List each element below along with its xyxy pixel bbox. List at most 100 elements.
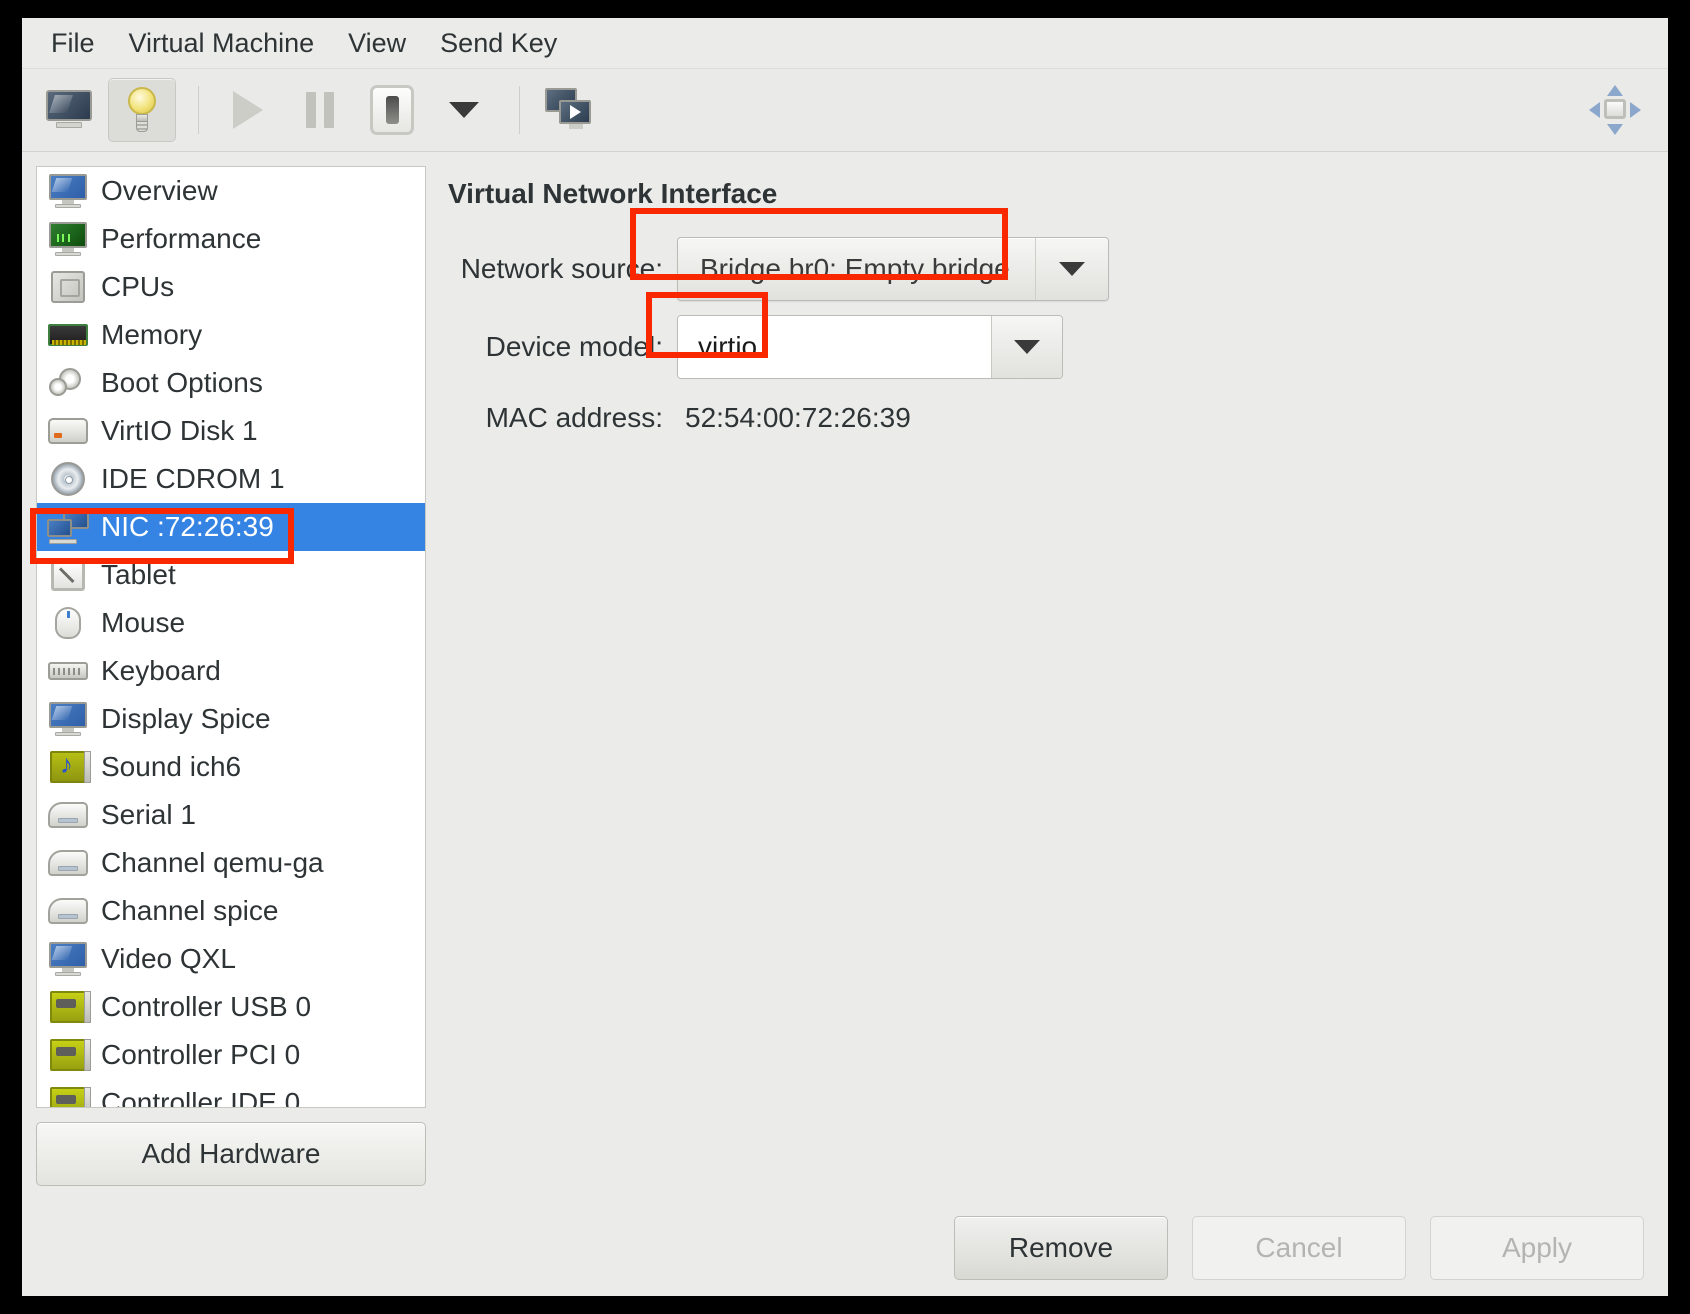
device-model-row: Device model: virtio bbox=[448, 314, 1654, 380]
menu-virtual-machine[interactable]: Virtual Machine bbox=[112, 24, 332, 63]
cancel-button[interactable]: Cancel bbox=[1192, 1216, 1406, 1280]
chevron-down-icon bbox=[1014, 340, 1040, 354]
sidebar-item-label: Keyboard bbox=[101, 655, 221, 686]
apply-button[interactable]: Apply bbox=[1430, 1216, 1644, 1280]
sidebar-item-label: CPUs bbox=[101, 271, 175, 302]
hardware-list[interactable]: Overview Performance CPUs Memory Boot Option… bbox=[36, 166, 426, 1108]
serial-port-icon bbox=[47, 844, 89, 882]
show-details-button[interactable] bbox=[108, 78, 176, 142]
computer-icon bbox=[47, 172, 89, 210]
controller-card-icon bbox=[47, 1036, 91, 1074]
mac-address-row: MAC address: 52:54:00:72:26:39 bbox=[448, 402, 1654, 434]
mac-address-label: MAC address: bbox=[485, 402, 663, 433]
chevron-down-icon bbox=[1059, 262, 1085, 276]
lightbulb-icon bbox=[124, 87, 160, 133]
sidebar-item-performance[interactable]: Performance bbox=[37, 215, 425, 263]
toolbar bbox=[22, 69, 1668, 152]
sidebar: Overview Performance CPUs Memory Boot Option… bbox=[36, 166, 426, 1186]
footer-buttons: Remove Cancel Apply bbox=[22, 1200, 1668, 1296]
controller-card-icon bbox=[47, 988, 91, 1026]
display-icon bbox=[47, 940, 89, 978]
details-pane: Virtual Network Interface Network source… bbox=[426, 166, 1654, 1186]
pause-icon bbox=[306, 92, 334, 128]
sidebar-item-controller-pci-0[interactable]: Controller PCI 0 bbox=[37, 1031, 425, 1079]
sidebar-item-mouse[interactable]: Mouse bbox=[37, 599, 425, 647]
sidebar-item-label: Controller PCI 0 bbox=[101, 1039, 301, 1070]
sidebar-item-label: Channel qemu-ga bbox=[101, 847, 324, 878]
serial-port-icon bbox=[47, 796, 89, 834]
menu-send-key[interactable]: Send Key bbox=[423, 24, 574, 63]
device-model-input[interactable]: virtio bbox=[678, 316, 991, 378]
sidebar-item-overview[interactable]: Overview bbox=[37, 167, 425, 215]
shutdown-button[interactable] bbox=[359, 79, 425, 141]
sidebar-item-channel-spice[interactable]: Channel spice bbox=[37, 887, 425, 935]
sidebar-item-label: Video QXL bbox=[101, 943, 236, 974]
content-area: Overview Performance CPUs Memory Boot Option… bbox=[22, 152, 1668, 1200]
power-switch-icon bbox=[370, 85, 414, 135]
show-console-button[interactable] bbox=[36, 79, 102, 141]
serial-port-icon bbox=[47, 892, 89, 930]
sidebar-item-memory[interactable]: Memory bbox=[37, 311, 425, 359]
menu-file[interactable]: File bbox=[34, 24, 112, 63]
manage-snapshots-button[interactable] bbox=[536, 79, 602, 141]
sound-card-icon bbox=[47, 748, 91, 786]
device-model-dropdown-arrow[interactable] bbox=[991, 316, 1062, 378]
network-source-dropdown-arrow[interactable] bbox=[1035, 238, 1108, 300]
sidebar-item-cpus[interactable]: CPUs bbox=[37, 263, 425, 311]
run-button[interactable] bbox=[215, 79, 281, 141]
sidebar-item-virtio-disk-1[interactable]: VirtIO Disk 1 bbox=[37, 407, 425, 455]
cpu-chip-icon bbox=[47, 268, 89, 306]
harddisk-icon bbox=[47, 412, 89, 450]
network-source-combo[interactable]: Bridge br0: Empty bridge bbox=[677, 237, 1109, 301]
sidebar-item-label: Overview bbox=[101, 175, 218, 206]
play-icon bbox=[233, 91, 263, 129]
sidebar-item-display-spice[interactable]: Display Spice bbox=[37, 695, 425, 743]
gears-icon bbox=[47, 364, 89, 402]
sidebar-item-label: Display Spice bbox=[101, 703, 271, 734]
toolbar-separator-2 bbox=[519, 86, 520, 134]
resize-to-vm-icon bbox=[1589, 85, 1641, 135]
sidebar-item-keyboard[interactable]: Keyboard bbox=[37, 647, 425, 695]
sidebar-item-serial-1[interactable]: Serial 1 bbox=[37, 791, 425, 839]
page-title: Virtual Network Interface bbox=[448, 178, 778, 209]
add-hardware-button[interactable]: Add Hardware bbox=[36, 1122, 426, 1186]
sidebar-item-controller-usb-0[interactable]: Controller USB 0 bbox=[37, 983, 425, 1031]
sidebar-item-sound-ich6[interactable]: Sound ich6 bbox=[37, 743, 425, 791]
sidebar-item-channel-qemu-ga[interactable]: Channel qemu-ga bbox=[37, 839, 425, 887]
device-model-label: Device model: bbox=[485, 331, 663, 362]
device-model-combo[interactable]: virtio bbox=[677, 315, 1063, 379]
sidebar-item-label: Channel spice bbox=[101, 895, 279, 926]
sidebar-item-ide-cdrom-1[interactable]: IDE CDROM 1 bbox=[37, 455, 425, 503]
console-monitor-icon bbox=[46, 90, 92, 130]
sidebar-item-nic-72-26-39[interactable]: NIC :72:26:39 bbox=[37, 503, 425, 551]
sidebar-item-video-qxl[interactable]: Video QXL bbox=[37, 935, 425, 983]
toolbar-separator-1 bbox=[198, 86, 199, 134]
add-hardware-label: Add Hardware bbox=[141, 1138, 321, 1169]
menu-view[interactable]: View bbox=[331, 24, 423, 63]
cancel-button-label: Cancel bbox=[1255, 1232, 1343, 1263]
sidebar-item-boot-options[interactable]: Boot Options bbox=[37, 359, 425, 407]
memory-stick-icon bbox=[47, 316, 89, 354]
remove-button-label: Remove bbox=[1008, 1232, 1114, 1263]
apply-button-label: Apply bbox=[1501, 1232, 1573, 1263]
shutdown-options-button[interactable] bbox=[431, 79, 497, 141]
sidebar-item-label: VirtIO Disk 1 bbox=[101, 415, 258, 446]
sidebar-item-label: Controller USB 0 bbox=[101, 991, 312, 1022]
sidebar-item-label: NIC :72:26:39 bbox=[101, 511, 274, 542]
remove-button[interactable]: Remove bbox=[954, 1216, 1168, 1280]
pause-button[interactable] bbox=[287, 79, 353, 141]
network-source-value: Bridge br0: Empty bridge bbox=[700, 253, 1010, 284]
resize-to-vm-button[interactable] bbox=[1582, 79, 1648, 141]
tablet-icon bbox=[47, 556, 89, 594]
display-icon bbox=[47, 700, 89, 738]
sidebar-item-controller-ide-0[interactable]: Controller IDE 0 bbox=[37, 1079, 425, 1108]
sidebar-item-label: IDE CDROM 1 bbox=[101, 463, 285, 494]
sidebar-item-tablet[interactable]: Tablet bbox=[37, 551, 425, 599]
virt-manager-window: File Virtual Machine View Send Key Overv… bbox=[22, 18, 1668, 1296]
sidebar-item-label: Sound ich6 bbox=[101, 751, 242, 782]
graph-monitor-icon bbox=[47, 220, 89, 258]
network-source-row: Network source: Bridge br0: Empty bridge bbox=[448, 236, 1654, 302]
chevron-down-icon bbox=[449, 102, 479, 118]
sidebar-item-label: Performance bbox=[101, 223, 262, 254]
sidebar-item-label: Controller IDE 0 bbox=[101, 1087, 301, 1108]
